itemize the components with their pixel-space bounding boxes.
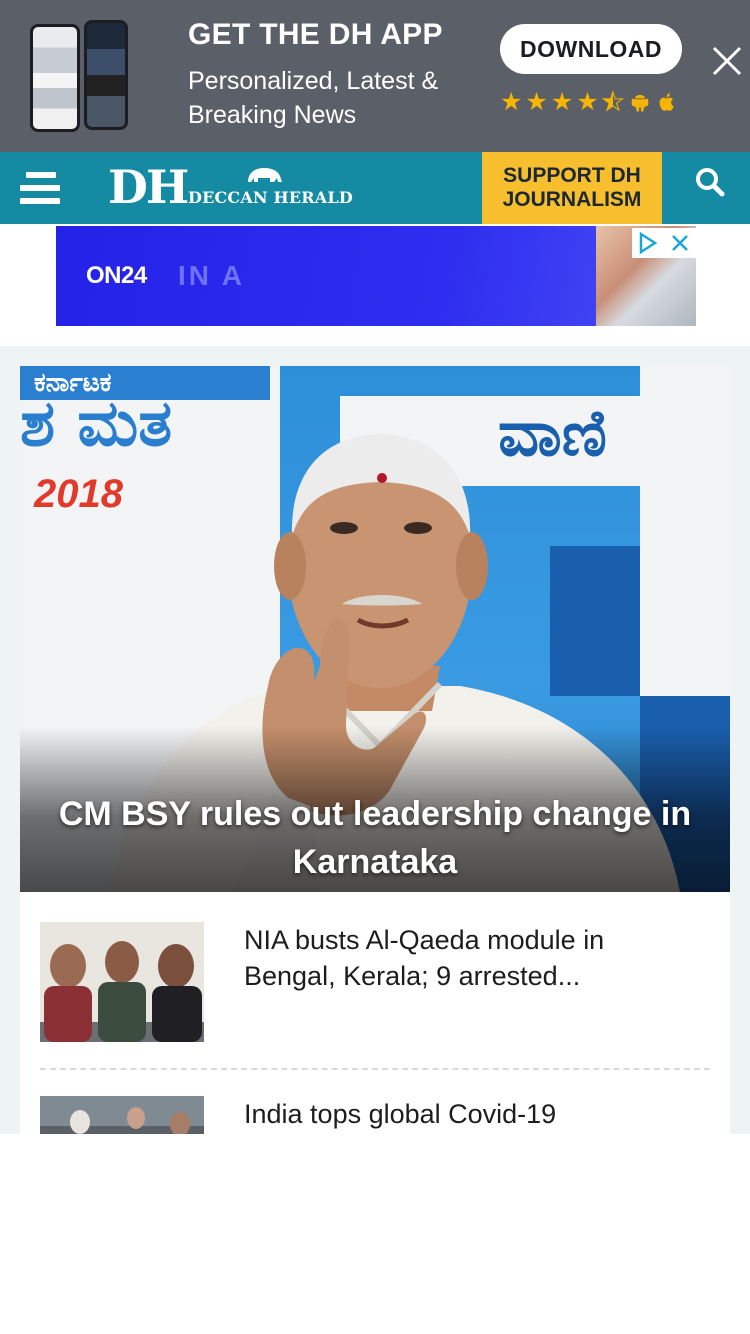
article-thumbnail[interactable] [40,922,204,1042]
app-install-banner: GET THE DH APP Personalized, Latest & Br… [0,0,750,152]
ad-text: IN A [178,260,245,291]
apple-icon [659,93,674,111]
star-icon: ★ [500,88,523,116]
download-app-button[interactable]: DOWNLOAD [500,24,682,74]
arrested-men-photo [40,922,204,1042]
app-phones-image [30,20,130,135]
list-divider [40,1068,710,1070]
elephant-emblem-icon [248,168,282,182]
ad-close-icon[interactable] [664,228,696,258]
close-banner-icon[interactable] [706,40,748,82]
support-journalism-button[interactable]: SUPPORT DH JOURNALISM [482,152,662,224]
half-star-icon: ★ [601,88,625,117]
search-icon[interactable] [694,166,726,198]
logo-name: DECCAN HERALD [188,188,353,207]
article-title[interactable]: India tops global Covid-19 [244,1096,664,1132]
support-line-2: JOURNALISM [502,188,642,211]
bottom-overlay [0,1134,750,1334]
menu-hamburger-icon[interactable] [20,170,62,206]
site-header: DH DECCAN HERALD SUPPORT DH JOURNALISM [0,152,750,224]
star-icon: ★ [576,88,599,116]
ad-slot: ON24 IN A [0,224,750,346]
app-banner-title: GET THE DH APP [188,18,443,51]
ad-brand: ON24 [86,262,147,289]
hero-headline[interactable]: CM BSY rules out leadership change in Ka… [20,790,730,886]
logo-mark: DH [108,160,189,214]
support-line-1: SUPPORT DH [503,164,641,187]
app-rating: ★ ★ ★ ★ ★ [500,88,678,117]
adchoices-icon[interactable] [632,228,664,258]
banner-advertisement[interactable]: ON24 IN A [56,226,696,326]
star-icon: ★ [550,88,574,116]
ad-choices-badge[interactable] [632,228,696,258]
hero-article[interactable]: ಕರ್ನಾಟಕ ಶ ಮತ 2018 ವಾಣಿ CM BSY rules out … [20,366,730,892]
android-icon [631,94,649,112]
star-icon: ★ [525,88,548,116]
app-banner-subtitle: Personalized, Latest & Breaking News [188,67,439,129]
deccan-herald-logo[interactable]: DH DECCAN HERALD [108,160,353,216]
article-title[interactable]: NIA busts Al-Qaeda module in Bengal, Ker… [244,922,664,994]
